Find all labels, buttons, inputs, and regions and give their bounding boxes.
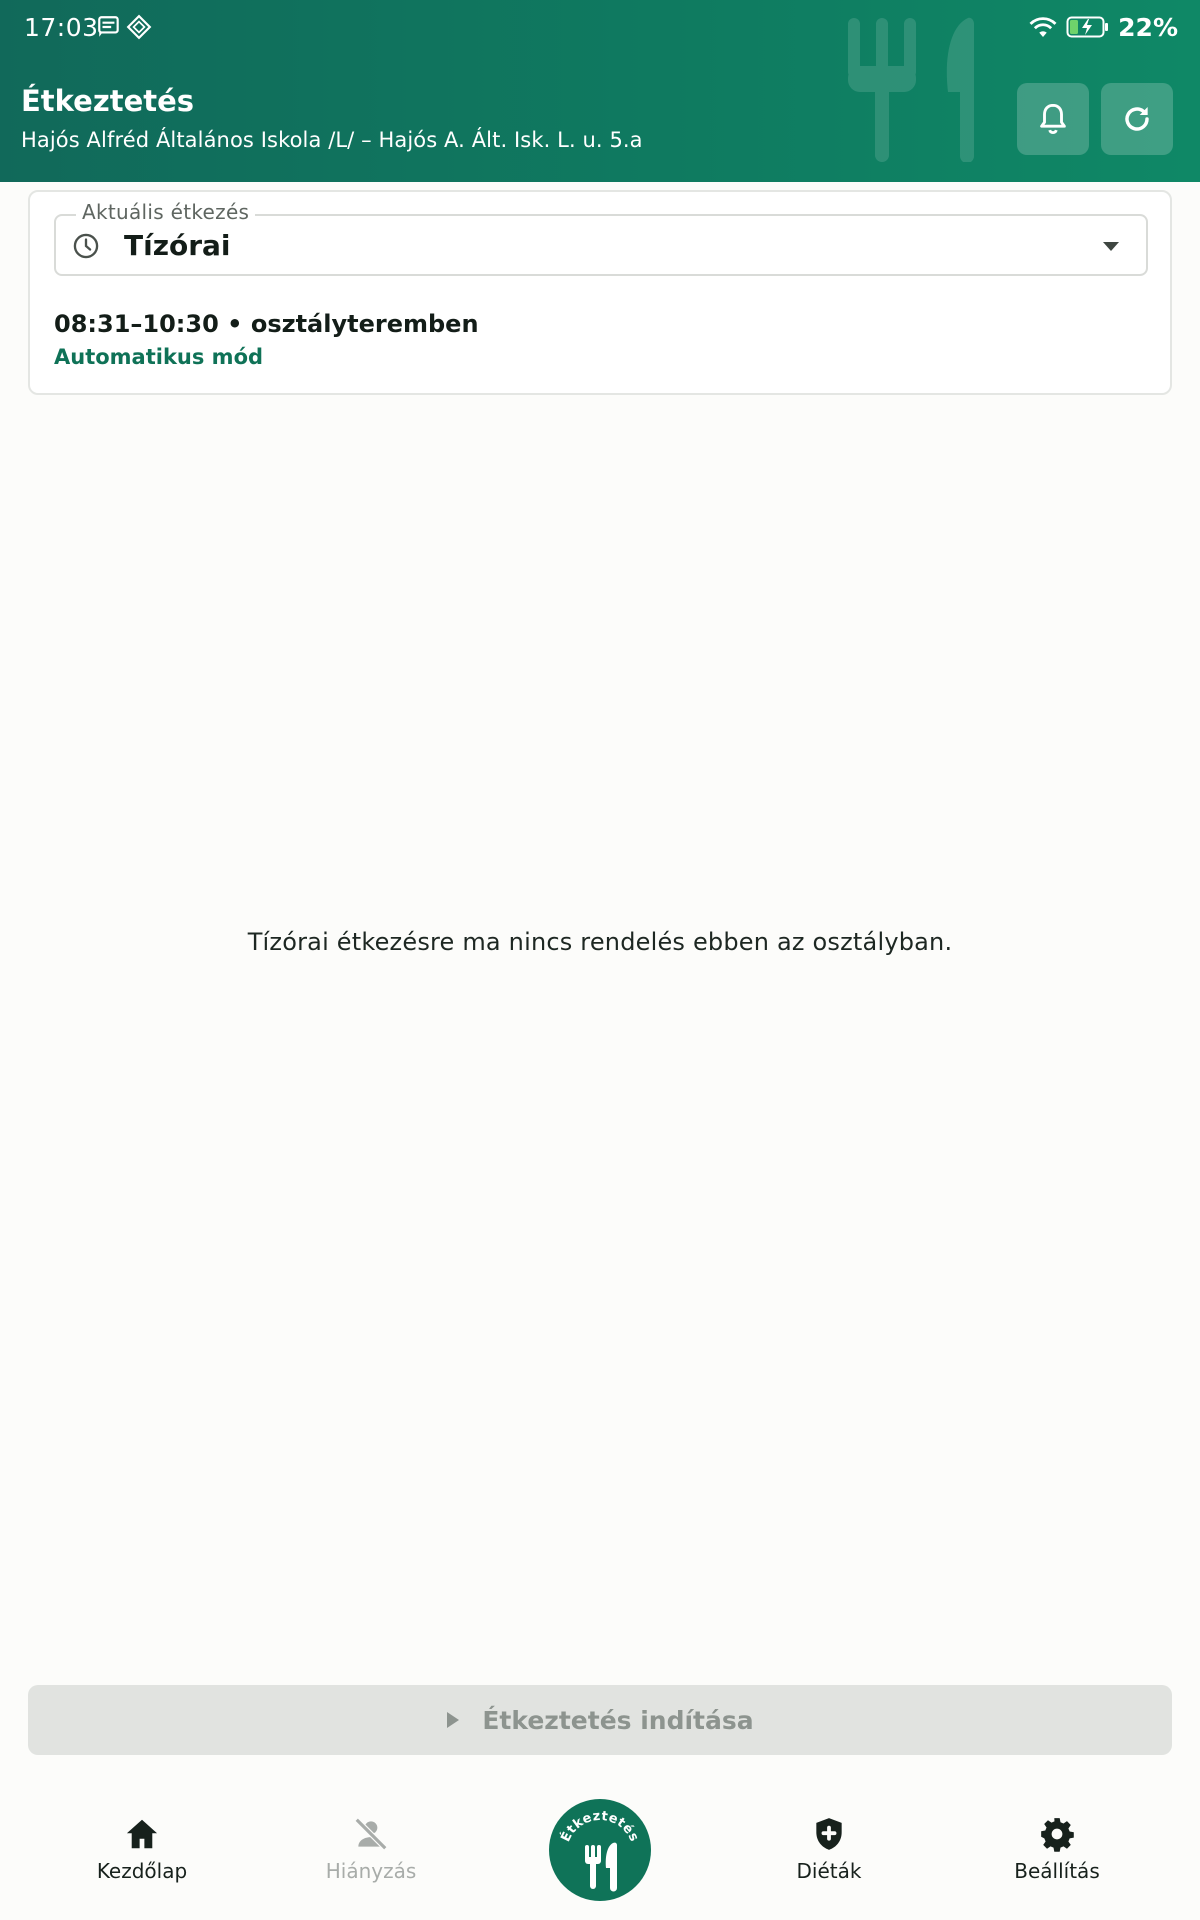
person-off-icon bbox=[354, 1817, 388, 1851]
nav-item-settings[interactable]: Beállítás bbox=[957, 1815, 1157, 1895]
nav-label-diets: Diéták bbox=[796, 1859, 862, 1883]
home-icon bbox=[126, 1819, 158, 1849]
play-icon bbox=[447, 1712, 460, 1728]
status-time: 17:03 bbox=[24, 13, 99, 42]
refresh-icon bbox=[1125, 107, 1149, 131]
svg-text:Étkeztetés: Étkeztetés bbox=[558, 1809, 642, 1845]
shield-plus-icon bbox=[816, 1818, 842, 1850]
cutlery-icon: Étkeztetés bbox=[558, 1809, 642, 1892]
refresh-button[interactable] bbox=[1101, 83, 1173, 155]
nav-item-catering[interactable]: Étkeztetés bbox=[549, 1799, 651, 1901]
gear-icon bbox=[1041, 1818, 1074, 1852]
bell-icon bbox=[1040, 103, 1066, 134]
meal-select-dropdown[interactable]: Aktuális étkezés Tízórai bbox=[54, 200, 1148, 276]
start-meal-button-label: Étkeztetés indítása bbox=[482, 1705, 754, 1735]
battery-percent: 22% bbox=[1118, 12, 1178, 42]
start-meal-button[interactable]: Étkeztetés indítása bbox=[28, 1685, 1172, 1755]
chevron-down-icon bbox=[1103, 242, 1119, 251]
meal-select-label: Aktuális étkezés bbox=[76, 200, 256, 224]
nav-item-home[interactable]: Kezdőlap bbox=[42, 1815, 242, 1895]
page-title: Étkeztetés bbox=[21, 84, 195, 118]
nav-label-absence: Hiányzás bbox=[325, 1859, 417, 1883]
bottom-navigation: Kezdőlap Hiányzás Étkeztetés Diéták Beál… bbox=[0, 1775, 1200, 1920]
nav-label-settings: Beállítás bbox=[1014, 1859, 1100, 1883]
clock-icon bbox=[73, 233, 99, 259]
nav-item-diets[interactable]: Diéták bbox=[729, 1815, 929, 1895]
status-bar: 17:03 22% bbox=[0, 0, 1200, 56]
battery-charging-icon bbox=[1066, 16, 1109, 38]
empty-state-message: Tízórai étkezésre ma nincs rendelés ebbe… bbox=[247, 928, 953, 956]
wifi-icon bbox=[1029, 17, 1057, 37]
app-header: 17:03 22% Étkeztetés Hajós Alfréd Általá… bbox=[0, 0, 1200, 182]
message-notification-icon bbox=[98, 16, 119, 37]
meal-time-location: 08:31–10:30 • osztályteremben bbox=[54, 310, 479, 338]
meal-mode: Automatikus mód bbox=[54, 345, 264, 369]
current-meal-card: Aktuális étkezés Tízórai 08:31–10:30 • o… bbox=[28, 190, 1172, 395]
nav-label-catering: Étkeztetés bbox=[558, 1809, 641, 1845]
nav-label-home: Kezdőlap bbox=[96, 1859, 188, 1883]
status-right: 22% bbox=[1028, 12, 1178, 42]
app-notification-icon bbox=[126, 14, 152, 40]
notifications-button[interactable] bbox=[1017, 83, 1089, 155]
school-class-subtitle: Hajós Alfréd Általános Iskola /L/ – Hajó… bbox=[21, 128, 643, 152]
nav-item-absence[interactable]: Hiányzás bbox=[271, 1815, 471, 1895]
meal-select-value: Tízórai bbox=[124, 229, 231, 262]
cutlery-watermark-icon bbox=[848, 17, 974, 162]
